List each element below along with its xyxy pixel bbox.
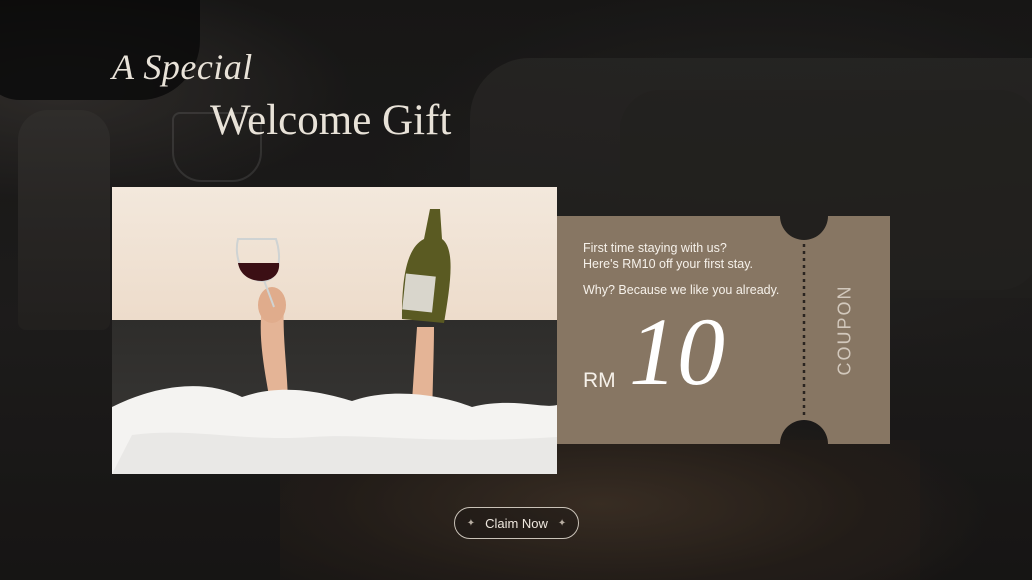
promo-photo bbox=[112, 187, 557, 474]
coupon-text-line-2: Here's RM10 off your first stay. bbox=[583, 257, 754, 271]
left-hand bbox=[258, 287, 286, 323]
wine bbox=[238, 263, 280, 281]
coupon-currency: RM bbox=[583, 369, 616, 392]
sparkle-icon: ✦ bbox=[557, 517, 567, 529]
sparkle-icon: ✦ bbox=[466, 517, 476, 529]
claim-now-button[interactable]: ✦ Claim Now ✦ bbox=[454, 507, 579, 539]
heading-line-1: A Special bbox=[112, 47, 253, 87]
coupon-label: COUPON bbox=[834, 284, 855, 376]
heading-line-2: Welcome Gift bbox=[210, 97, 452, 144]
coupon-amount: 10 bbox=[629, 298, 725, 405]
coupon-card: First time staying with us? Here's RM10 … bbox=[557, 216, 890, 444]
bottle-label bbox=[402, 273, 436, 313]
coupon-text-line-3: Why? Because we like you already. bbox=[583, 283, 780, 297]
photo-illustration bbox=[112, 209, 557, 474]
claim-now-label: Claim Now bbox=[485, 515, 548, 531]
coupon-text-line-1: First time staying with us? bbox=[583, 241, 727, 255]
